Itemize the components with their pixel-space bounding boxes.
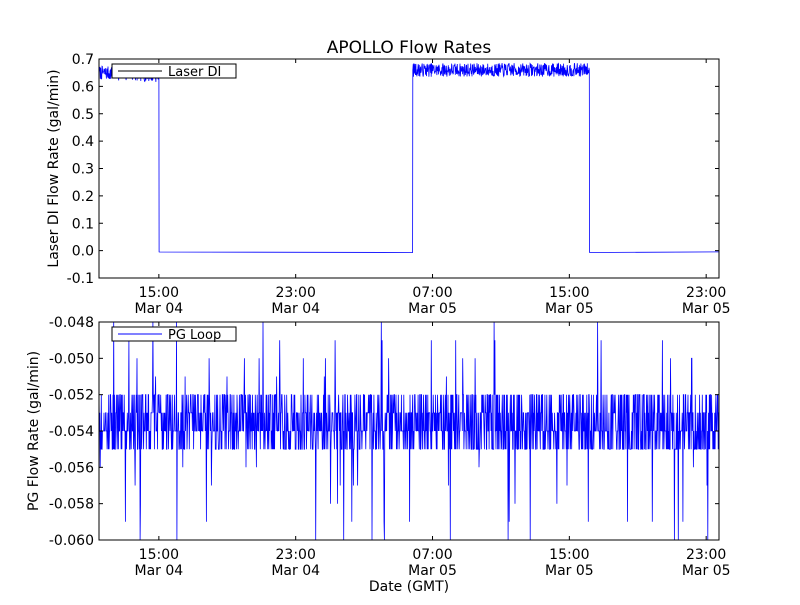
x-tick-label-time: 07:00	[412, 285, 452, 301]
x-tick-label-time: 15:00	[139, 285, 179, 301]
x-tick-label-time: 15:00	[549, 285, 589, 301]
legend-label: Laser DI	[168, 65, 221, 80]
y-tick-label: -0.050	[49, 351, 94, 367]
y-tick-label: -0.054	[49, 424, 94, 440]
y-tick-label: -0.1	[67, 271, 94, 287]
y-tick-label: 0.6	[72, 79, 94, 95]
y-tick-label: 0.4	[72, 134, 94, 150]
x-tick-label-date: Mar 04	[271, 301, 320, 317]
x-tick-label-date: Mar 04	[135, 301, 184, 317]
x-tick-label-date: Mar 05	[545, 301, 594, 317]
x-tick-label-date: Mar 04	[271, 563, 320, 579]
y-axis-label: PG Flow Rate (gal/min)	[26, 351, 42, 511]
y-tick-label: 0.7	[72, 52, 94, 68]
x-tick-label-date: Mar 04	[135, 563, 184, 579]
y-tick-label: 0.1	[72, 216, 94, 232]
y-tick-label: -0.048	[49, 315, 94, 331]
x-tick-label-time: 23:00	[276, 285, 316, 301]
bottom-axes: -0.060 -0.058 -0.056 -0.054 -0.052 -0.050 -0.0…	[26, 315, 731, 579]
x-tick-label-time: 23:00	[276, 547, 316, 563]
x-tick-label-time: 15:00	[549, 547, 589, 563]
x-tick-label-time: 15:00	[139, 547, 179, 563]
x-tick-label-time: 07:00	[412, 547, 452, 563]
legend-label: PG Loop	[168, 328, 221, 343]
x-tick-label-date: Mar 05	[408, 301, 457, 317]
figure-title: APOLLO Flow Rates	[327, 38, 492, 58]
series-line-laser-di	[99, 62, 719, 253]
x-tick-label-date: Mar 05	[682, 301, 731, 317]
x-axis-label: Date (GMT)	[369, 579, 449, 595]
x-tick-label-date: Mar 05	[682, 563, 731, 579]
y-tick-label: -0.056	[49, 460, 94, 476]
x-tick-label-date: Mar 05	[408, 563, 457, 579]
y-tick-label: -0.060	[49, 533, 94, 549]
x-tick-label-date: Mar 05	[545, 563, 594, 579]
series-line-pg-loop	[99, 322, 719, 540]
top-axes: -0.10.00.10.20.30.40.50.60.715:00Mar 042…	[46, 52, 731, 317]
figure-svg: APOLLO Flow Rates Date (GMT) -0.1 0.0 0.1 0…	[26, 38, 731, 595]
y-tick-label: -0.058	[49, 497, 94, 513]
y-tick-label: 0.3	[72, 162, 94, 178]
x-tick-label-time: 23:00	[686, 547, 726, 563]
axes-frame	[98, 58, 720, 279]
y-axis-label: Laser DI Flow Rate (gal/min)	[46, 69, 62, 267]
x-tick-label-time: 23:00	[686, 285, 726, 301]
y-tick-label: 0.2	[72, 189, 94, 205]
figure: APOLLO Flow Rates Date (GMT) -0.1 0.0 0.1 0…	[0, 0, 800, 600]
y-tick-label: -0.052	[49, 388, 94, 404]
y-tick-label: 0.5	[72, 107, 94, 123]
y-tick-label: 0.0	[72, 244, 94, 260]
